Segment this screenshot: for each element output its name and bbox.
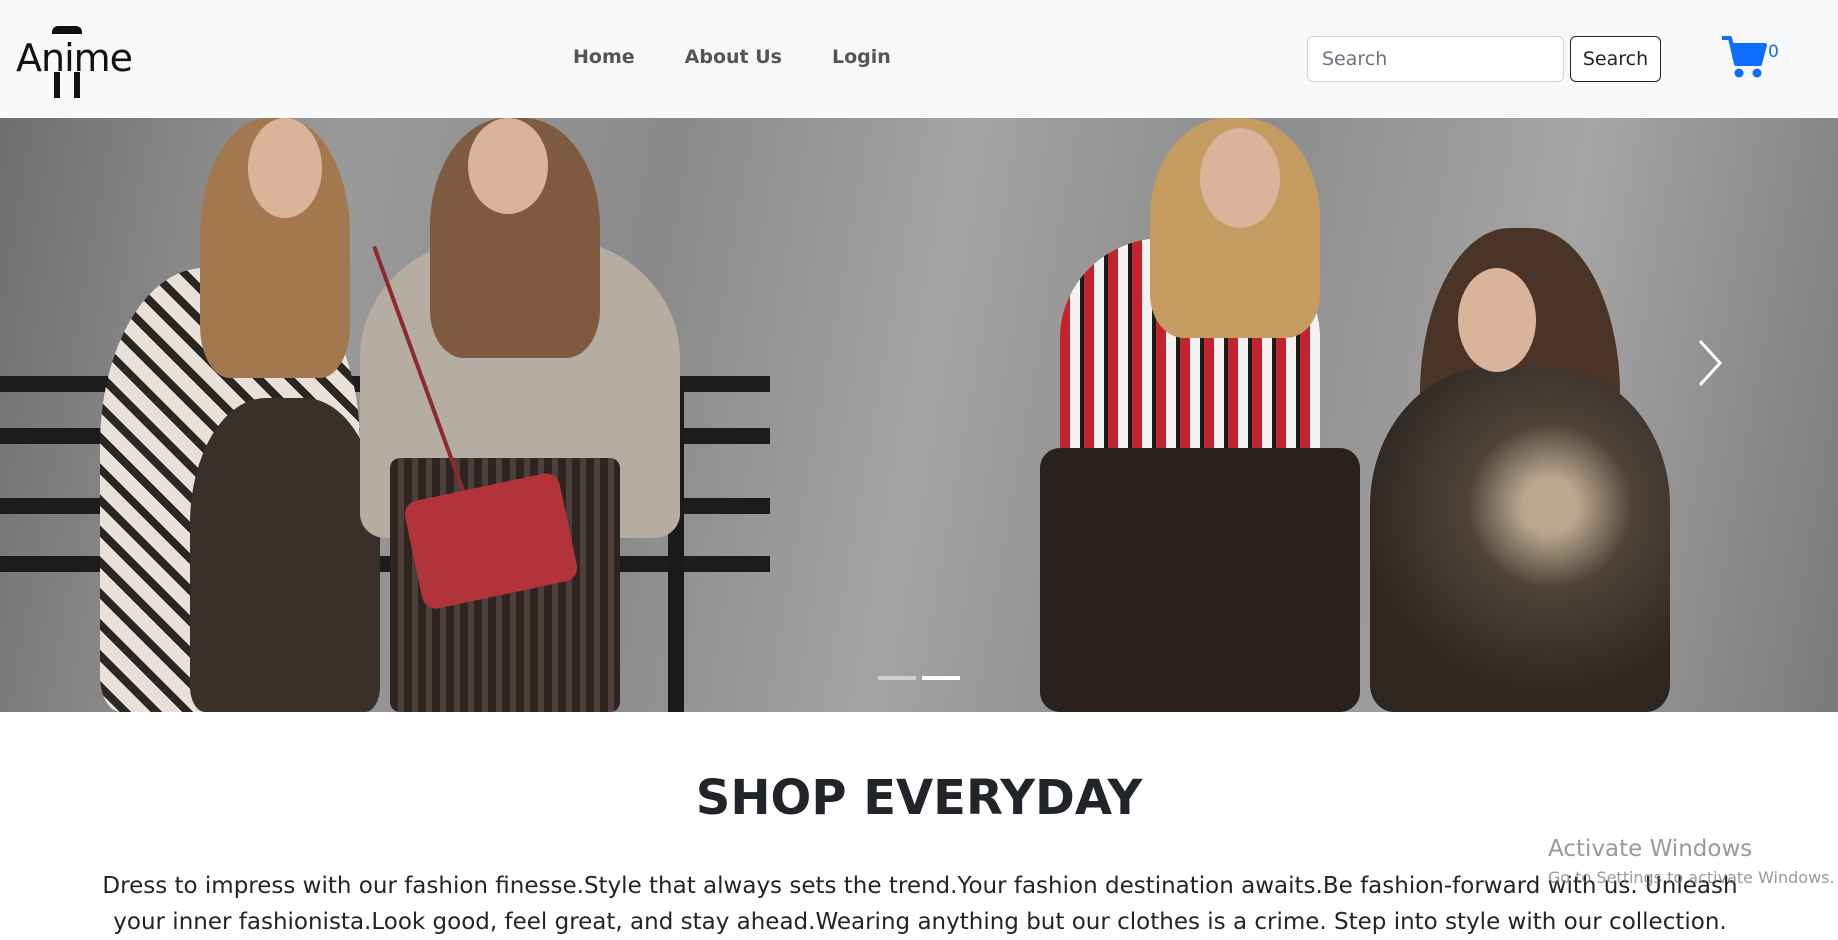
model-figure (190, 398, 380, 712)
logo-mark-left (54, 72, 60, 98)
nav-login-link[interactable]: Login (832, 46, 891, 68)
model-face (1200, 128, 1280, 228)
carousel-indicator-active[interactable] (922, 676, 960, 680)
model-figure (1040, 448, 1360, 712)
model-face (468, 118, 548, 214)
intro-text: Dress to impress with our fashion finess… (102, 873, 1738, 935)
brand-logo[interactable]: Anime (10, 8, 133, 108)
model-figure (1370, 368, 1670, 712)
carousel-next-button[interactable] (1690, 333, 1730, 393)
cart-icon (1722, 36, 1767, 78)
carousel-indicators (878, 676, 960, 680)
cart-count-badge: 0 (1768, 42, 1779, 62)
navbar: Anime Home About Us Login Search 0 (0, 0, 1838, 118)
hero-image (0, 118, 1838, 712)
watermark-subtitle: Go to Settings to activate Windows. (1548, 868, 1835, 887)
search-button[interactable]: Search (1570, 36, 1661, 82)
watermark-title: Activate Windows (1548, 836, 1753, 862)
main-nav: Home About Us Login (573, 46, 941, 68)
logo-mark (52, 26, 82, 34)
model-face (1458, 268, 1536, 372)
nav-home-link[interactable]: Home (573, 46, 635, 68)
carousel-indicator[interactable] (878, 676, 916, 680)
chevron-right-icon (1698, 339, 1723, 387)
nav-about-us-link[interactable]: About Us (685, 46, 782, 68)
search-input[interactable] (1307, 36, 1564, 82)
activate-windows-watermark: Activate Windows Go to Settings to activ… (1548, 836, 1835, 887)
model-face (248, 118, 322, 218)
logo-mark-right (74, 72, 80, 98)
hero-carousel (0, 118, 1838, 712)
cart-button[interactable]: 0 (1720, 34, 1780, 82)
section-title: SHOP EVERYDAY (695, 770, 1143, 826)
